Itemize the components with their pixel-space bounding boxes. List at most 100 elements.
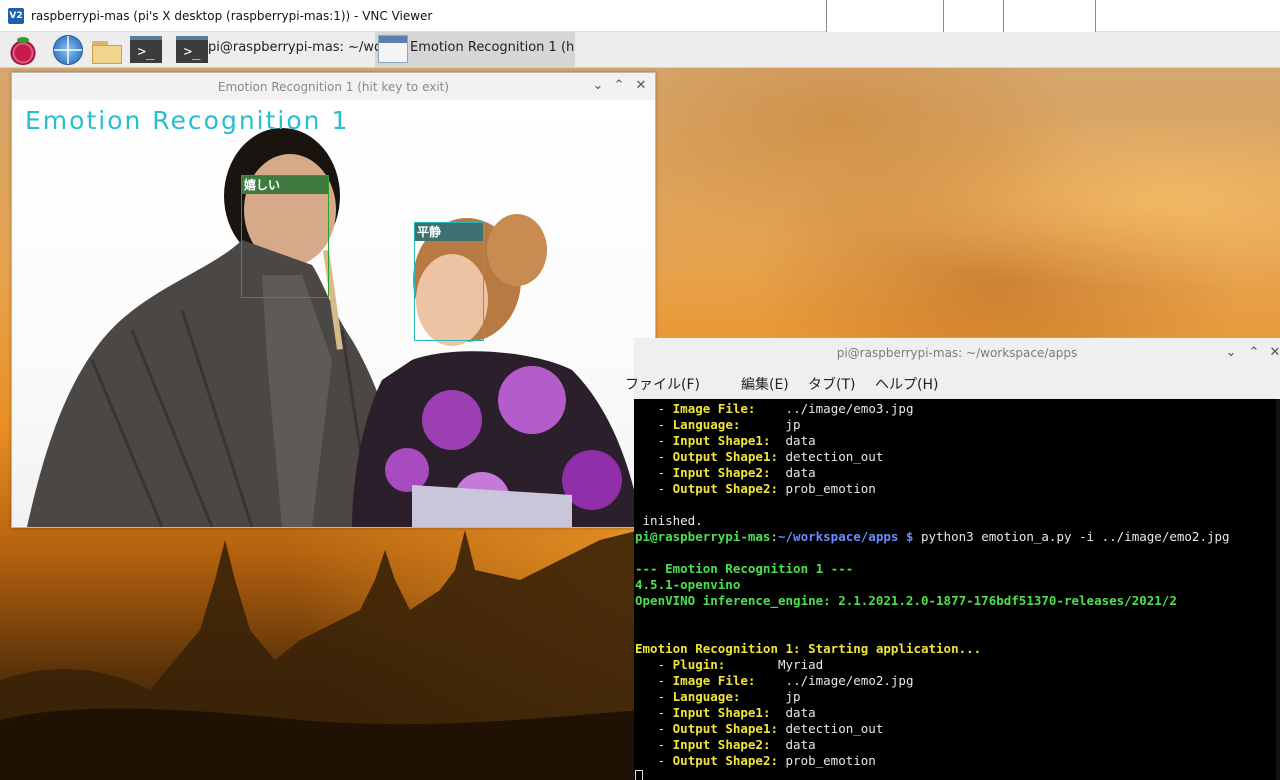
menu-edit[interactable]: 編集(E) [741,374,789,394]
terminal-text: Image File: [672,673,756,688]
terminal-text: data [770,705,816,720]
terminal-output[interactable]: - Image File: ../image/emo3.jpg - Langua… [634,399,1276,780]
terminal-text: ~/workspace/apps $ [778,529,914,544]
terminal-line: - Input Shape2: data [635,465,816,481]
menu-tabs[interactable]: タブ(T) [808,374,855,394]
menu-file[interactable]: ファイル(F) [625,374,700,394]
terminal-line: OpenVINO inference_engine: 2.1.2021.2.0-… [635,593,1177,609]
terminal-text: - [635,481,673,496]
terminal-text: pi@raspberrypi-mas [635,529,771,544]
temple-silhouette [0,530,640,780]
terminal-text: Output Shape2: [672,753,778,768]
terminal-line: 4.5.1-openvino [635,577,740,593]
terminal-line: - Output Shape2: prob_emotion [635,481,876,497]
terminal-line: Emotion Recognition 1: Starting applicat… [635,641,981,657]
terminal-text: - [635,401,673,416]
terminal-launcher-icon[interactable]: >_ [130,36,162,63]
terminal-text: Input Shape1: [672,705,771,720]
terminal-titlebar[interactable]: pi@raspberrypi-mas: ~/workspace/apps ⌄ ⌃… [634,338,1280,368]
vnc-toolbar[interactable] [826,0,1096,34]
close-icon[interactable]: ✕ [1266,344,1280,362]
minimize-icon[interactable]: ⌄ [589,77,607,95]
terminal-line: pi@raspberrypi-mas:~/workspace/apps $ py… [635,529,1230,545]
terminal-line: - Input Shape1: data [635,433,816,449]
terminal-line: - Language: jp [635,417,801,433]
taskbar-item-emotion[interactable]: Emotion Recognition 1 (hit ... [410,40,575,55]
maximize-icon[interactable]: ⌃ [610,77,628,95]
web-browser-icon[interactable] [53,35,83,65]
terminal-line: inished. [635,513,703,529]
terminal-text: detection_out [778,721,884,736]
terminal-cursor [635,770,643,780]
emotion-heading: Emotion Recognition 1 [25,106,350,135]
terminal-text: data [770,433,816,448]
terminal-menubar: ファイル(F) 編集(E) タブ(T) ヘルプ(H) [625,368,1280,399]
terminal-text: python3 emotion_a.py -i ../image/emo2.jp… [913,529,1230,544]
terminal-text: - [635,449,673,464]
terminal-line: - Image File: ../image/emo2.jpg [635,673,914,689]
minimize-icon[interactable]: ⌄ [1222,344,1240,362]
terminal-text: : [770,529,778,544]
terminal-text: - [635,433,673,448]
vnc-logo-icon: V2 [8,7,24,24]
terminal-text: data [770,465,816,480]
terminal-text: ../image/emo2.jpg [755,673,914,688]
terminal-line: --- Emotion Recognition 1 --- [635,561,853,577]
terminal-text: - [635,753,673,768]
face-box-neutral: 平静 [414,222,484,341]
terminal-line: - Input Shape1: data [635,705,816,721]
terminal-text: Image File: [672,401,756,416]
terminal-text: - [635,705,673,720]
terminal-text: Output Shape2: [672,481,778,496]
maximize-icon[interactable]: ⌃ [1245,344,1263,362]
terminal-text: Output Shape1: [672,449,778,464]
terminal-text: Input Shape2: [672,737,771,752]
terminal-line: - Language: jp [635,689,801,705]
file-manager-icon[interactable] [90,35,122,65]
face-label-happy: 嬉しい [242,176,328,194]
terminal-text: Plugin: [672,657,726,672]
terminal-text: Output Shape1: [672,721,778,736]
emotion-image-canvas: Emotion Recognition 1 嬉しい 平静 [12,100,655,527]
terminal-window: pi@raspberrypi-mas: ~/workspace/apps ⌄ ⌃… [625,338,1280,780]
terminal-text: - [635,737,673,752]
vnc-window-title: raspberrypi-mas (pi's X desktop (raspber… [31,8,433,23]
face-label-neutral: 平静 [415,223,483,241]
terminal-text: Input Shape1: [672,433,771,448]
taskbar: >_ >_ pi@raspberrypi-mas: ~/wo... Emotio… [0,32,1280,68]
terminal-text: - [635,657,673,672]
taskbar-item-terminal[interactable]: pi@raspberrypi-mas: ~/wo... [208,40,394,55]
terminal-line: - Output Shape1: detection_out [635,449,884,465]
terminal-text: - [635,721,673,736]
terminal-text: inished. [635,513,703,528]
terminal-line: - Plugin: Myriad [635,657,824,673]
raspberry-menu-icon[interactable] [8,35,38,65]
terminal-text: detection_out [778,449,884,464]
emotion-window-title: Emotion Recognition 1 (hit key to exit) [217,80,450,94]
terminal-line: - Input Shape2: data [635,737,816,753]
window-app-icon[interactable] [378,35,408,63]
terminal-text: --- Emotion Recognition 1 --- [635,561,854,576]
terminal-title: pi@raspberrypi-mas: ~/workspace/apps [836,346,1078,360]
terminal-text: Input Shape2: [672,465,771,480]
face-box-happy: 嬉しい [241,175,329,298]
terminal-line: - Image File: ../image/emo3.jpg [635,401,914,417]
terminal-text: prob_emotion [778,753,876,768]
close-icon[interactable]: ✕ [632,77,650,95]
terminal-scrollbar[interactable] [1276,399,1280,780]
terminal-text: jp [740,689,801,704]
terminal-text: Emotion Recognition 1: Starting applicat… [635,641,982,656]
menu-help[interactable]: ヘルプ(H) [875,374,938,394]
emotion-window-titlebar[interactable]: Emotion Recognition 1 (hit key to exit) … [12,73,655,100]
sky-clouds [650,67,1280,337]
terminal-text: Myriad [725,657,824,672]
terminal-text: - [635,465,673,480]
terminal-text: 4.5.1-openvino [635,577,741,592]
terminal-text: Language: [672,689,741,704]
terminal-text: Language: [672,417,741,432]
terminal-text: OpenVINO inference_engine: 2.1.2021.2.0-… [635,593,1177,608]
terminal-text: - [635,417,673,432]
terminal-text: ../image/emo3.jpg [755,401,914,416]
emotion-window: Emotion Recognition 1 (hit key to exit) … [11,72,656,528]
terminal-task-icon[interactable]: >_ [176,36,208,63]
